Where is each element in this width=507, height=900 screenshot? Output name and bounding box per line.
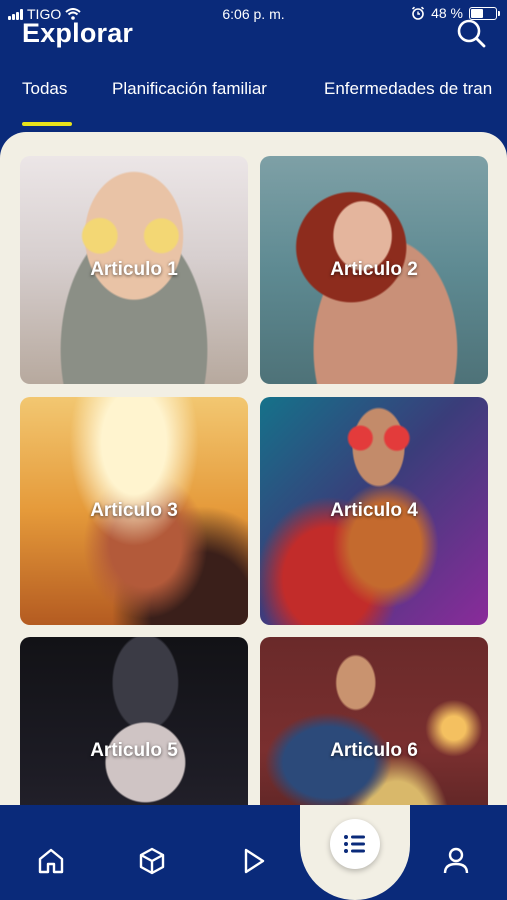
- category-tabs: Todas Planificación familiar Enfermedade…: [0, 60, 507, 126]
- article-title: Articulo 4: [330, 500, 418, 521]
- play-icon: [244, 848, 265, 874]
- article-title: Articulo 3: [90, 500, 178, 521]
- tab-planificacion-familiar[interactable]: Planificación familiar: [112, 79, 267, 99]
- page-title: Explorar: [22, 18, 134, 48]
- home-icon: [38, 848, 64, 874]
- article-card-4[interactable]: Articulo 4: [260, 397, 488, 625]
- nav-home[interactable]: [35, 845, 67, 877]
- nav-articles[interactable]: [330, 819, 380, 869]
- alarm-icon: [412, 6, 425, 20]
- article-card-2[interactable]: Articulo 2: [260, 156, 488, 384]
- article-card-1[interactable]: Articulo 1: [20, 156, 248, 384]
- article-title: Articulo 1: [90, 259, 178, 280]
- article-title: Articulo 2: [330, 259, 418, 280]
- active-tab-indicator: [22, 122, 72, 126]
- bottom-nav: [0, 805, 507, 900]
- article-card-3[interactable]: Articulo 3: [20, 397, 248, 625]
- article-title: Articulo 6: [330, 740, 418, 761]
- cube-icon: [139, 847, 165, 875]
- user-icon: [443, 847, 469, 874]
- search-button[interactable]: [455, 17, 487, 49]
- list-icon: [344, 835, 365, 853]
- nav-catalog[interactable]: [136, 845, 168, 877]
- search-icon: [457, 19, 486, 48]
- nav-profile[interactable]: [440, 845, 472, 877]
- tab-todas[interactable]: Todas: [22, 79, 67, 99]
- tab-enfermedades[interactable]: Enfermedades de tran: [324, 79, 492, 99]
- article-title: Articulo 5: [90, 740, 178, 761]
- articles-panel: Articulo 1 Articulo 2 Articulo 3 Articul…: [0, 132, 507, 900]
- nav-videos[interactable]: [237, 845, 269, 877]
